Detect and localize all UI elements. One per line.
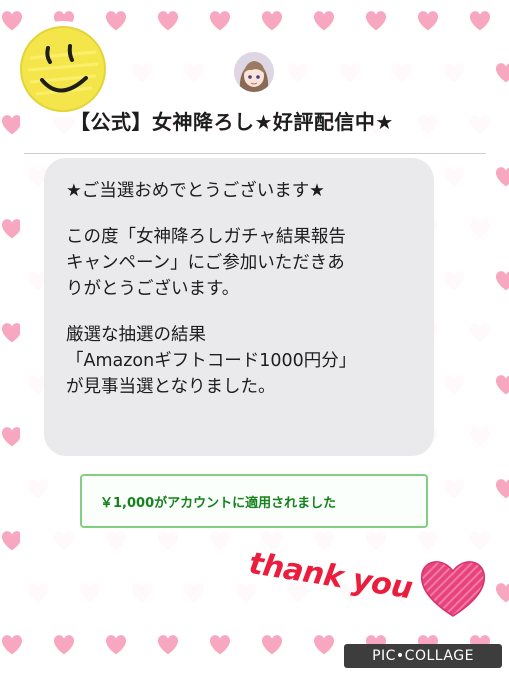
avatar[interactable] (234, 52, 274, 92)
background-heart (157, 11, 179, 31)
background-heart (417, 11, 439, 31)
background-heart (495, 583, 509, 603)
background-heart (209, 11, 231, 31)
background-heart (53, 635, 75, 655)
smiley-face-icon (15, 21, 111, 117)
credit-applied-notice: ￥1,000がアカウントに適用されました (80, 474, 428, 528)
background-heart (469, 11, 491, 31)
message-line: りがとうございます。 (66, 279, 240, 299)
background-heart (261, 11, 283, 31)
background-heart (261, 635, 283, 655)
watermark: PIC•COLLAGE (344, 644, 502, 668)
background-heart (495, 271, 509, 291)
heart-icon (420, 561, 486, 617)
background-heart (1, 635, 23, 655)
message-headline: ★ご当選おめでとうございます★ (66, 181, 325, 201)
background-heart (105, 635, 127, 655)
background-heart (157, 635, 179, 655)
background-heart (209, 635, 231, 655)
background-heart (365, 11, 387, 31)
background-heart (495, 63, 509, 83)
page-title: 【公式】女神降ろし★好評配信中★ (70, 110, 394, 134)
message-line: 「Amazonギフトコード1000円分」 (66, 351, 357, 371)
background-heart (495, 479, 509, 499)
message-line: この度「女神降ろしガチャ結果報告 (66, 227, 346, 247)
message-line: キャンペーン」にご参加いただきあ (66, 253, 345, 273)
background-heart (313, 11, 335, 31)
background-heart (313, 635, 335, 655)
message-line: 厳選な抽選の結果 (66, 325, 206, 345)
divider (24, 153, 486, 154)
message-line: が見事当選となりました。 (66, 377, 276, 397)
background-heart (495, 167, 509, 187)
message-bubble: ★ご当選おめでとうございます★ この度「女神降ろしガチャ結果報告 キャンペーン」… (44, 158, 434, 456)
background-heart (495, 375, 509, 395)
